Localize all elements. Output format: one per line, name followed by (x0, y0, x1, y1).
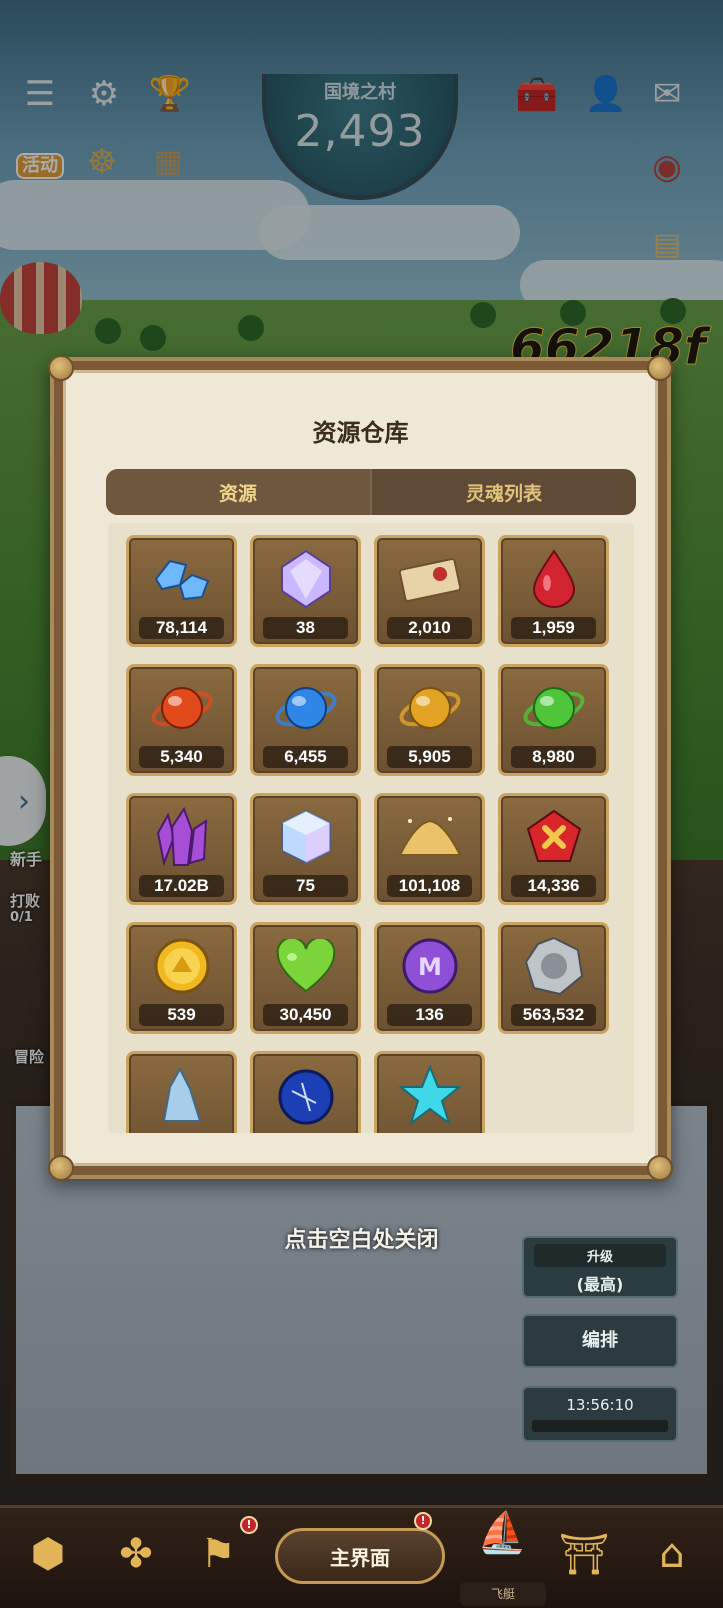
resource-count: 101,108 (387, 875, 472, 897)
purple-m-coin-icon: M (377, 933, 482, 999)
resource-cell[interactable]: 17.02B (126, 793, 237, 905)
svg-text:M: M (418, 953, 442, 981)
resource-cell[interactable] (126, 1051, 237, 1133)
resource-grid: 78,114 38 2,010 1,959 5,340 6,455 5,905 8,980 17… (126, 535, 616, 1133)
resource-cell[interactable]: 563,532 (498, 922, 609, 1034)
silver-medal-icon (501, 933, 606, 999)
timer-panel: 13:56:10 (522, 1386, 678, 1442)
resource-grid-area[interactable]: 78,114 38 2,010 1,959 5,340 6,455 5,905 8,980 17… (108, 523, 634, 1133)
resource-cell[interactable]: 2,010 (374, 535, 485, 647)
corner-rivet (647, 355, 673, 381)
blue-sphere-icon (253, 1062, 358, 1128)
propeller-icon[interactable]: ✤ (104, 1522, 168, 1586)
resource-count: 539 (139, 1004, 224, 1026)
fire-orb-icon (129, 675, 234, 741)
resource-count: 38 (263, 617, 348, 639)
green-orb-icon (501, 675, 606, 741)
resource-cell[interactable]: 78,114 (126, 535, 237, 647)
resource-count: 75 (263, 875, 348, 897)
gold-coin-icon (129, 933, 234, 999)
resource-cell[interactable]: 14,336 (498, 793, 609, 905)
cyan-star-icon (377, 1062, 482, 1128)
resource-cell[interactable]: 1,959 (498, 535, 609, 647)
close-hint: 点击空白处关闭 (284, 1228, 439, 1253)
timer-progress-bar (532, 1420, 668, 1432)
resource-count: 2,010 (387, 617, 472, 639)
resource-cell[interactable]: 38 (250, 535, 361, 647)
gold-orb-icon (377, 675, 482, 741)
main-screen-button[interactable]: 主界面 (275, 1528, 445, 1584)
main-screen-label: 主界面 (330, 1545, 390, 1570)
resource-count: 17.02B (139, 875, 224, 897)
resource-cell[interactable]: 8,980 (498, 664, 609, 776)
gold-dust-icon (377, 804, 482, 870)
gate-icon[interactable]: ⛩ (552, 1522, 616, 1586)
resource-count: 78,114 (139, 617, 224, 639)
modal-title: 资源仓库 (312, 419, 409, 447)
green-heart-icon (253, 933, 358, 999)
rainbow-cube-icon (253, 804, 358, 870)
resource-count: 5,905 (387, 746, 472, 768)
corner-rivet (48, 1155, 74, 1181)
timer-text: 13:56:10 (566, 1396, 634, 1414)
resource-cell[interactable] (374, 1051, 485, 1133)
tab-soul-list[interactable]: 灵魂列表 (370, 469, 636, 515)
resource-count: 563,532 (511, 1004, 596, 1026)
airship-icon[interactable]: ⛵ (470, 1500, 534, 1564)
tab-resources[interactable]: 资源 (106, 469, 370, 515)
resource-cell[interactable]: 5,340 (126, 664, 237, 776)
resource-cell[interactable]: 5,905 (374, 664, 485, 776)
tab-bar: 资源 灵魂列表 (106, 469, 636, 515)
resource-count: 136 (387, 1004, 472, 1026)
resource-cell[interactable]: 101,108 (374, 793, 485, 905)
corner-rivet (48, 355, 74, 381)
red-gem-icon (501, 546, 606, 612)
resource-count: 8,980 (511, 746, 596, 768)
purple-crystal-icon (129, 804, 234, 870)
ice-shard-icon (129, 1062, 234, 1128)
guild-shield-icon[interactable]: ⬢ (16, 1522, 80, 1586)
resource-warehouse-modal: 资源仓库 资源 灵魂列表 78,114 38 2,010 1,959 5,340 6,45… (48, 355, 673, 1181)
resource-count: 5,340 (139, 746, 224, 768)
corner-rivet (647, 1155, 673, 1181)
notification-badge: ! (414, 1512, 432, 1530)
resource-count: 6,455 (263, 746, 348, 768)
shop-icon[interactable]: ⌂ (640, 1522, 704, 1586)
resource-cell[interactable]: M 136 (374, 922, 485, 1034)
water-orb-icon (253, 675, 358, 741)
arrange-button[interactable]: 编排 (522, 1314, 678, 1368)
resource-cell[interactable]: 539 (126, 922, 237, 1034)
resource-count: 14,336 (511, 875, 596, 897)
resource-count: 30,450 (263, 1004, 348, 1026)
banner-icon[interactable]: ⚑ (186, 1522, 250, 1586)
resource-cell[interactable]: 30,450 (250, 922, 361, 1034)
upgrade-sub-label: (最高) (576, 1275, 624, 1294)
modal-body: 资源仓库 资源 灵魂列表 78,114 38 2,010 1,959 5,340 6,45… (63, 370, 658, 1166)
red-cross-badge-icon (501, 804, 606, 870)
prism-gem-icon (253, 546, 358, 612)
resource-cell[interactable] (250, 1051, 361, 1133)
resource-count: 1,959 (511, 617, 596, 639)
letter-envelope-icon (377, 546, 482, 612)
notification-badge: ! (240, 1516, 258, 1534)
resource-cell[interactable]: 6,455 (250, 664, 361, 776)
blue-crystal-icon (129, 546, 234, 612)
resource-cell[interactable]: 75 (250, 793, 361, 905)
airship-label: 飞艇 (460, 1582, 546, 1606)
